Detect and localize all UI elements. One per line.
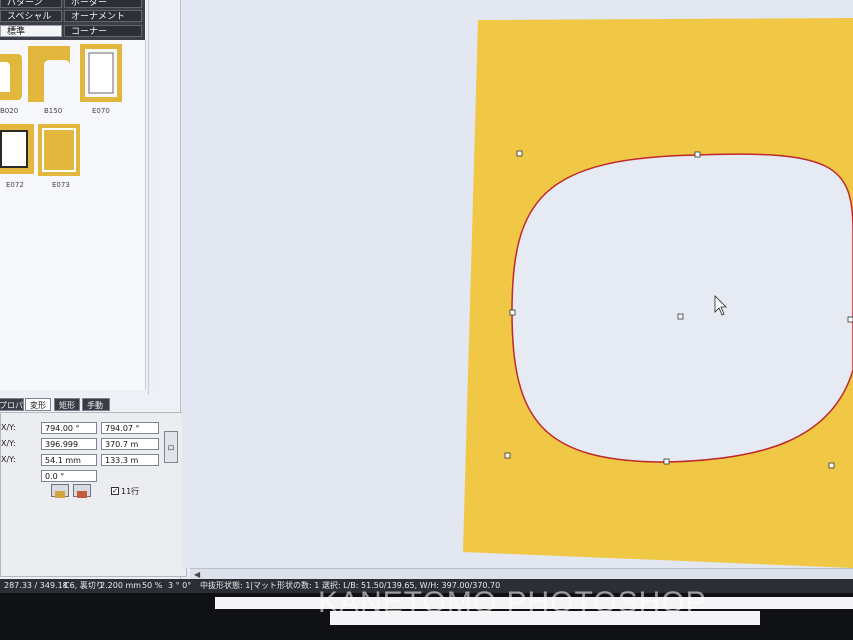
- tab-manual[interactable]: 手動: [82, 398, 110, 411]
- position-y-field[interactable]: 794.07 °: [101, 422, 159, 434]
- shape-b150-icon: [28, 46, 70, 102]
- angle-field[interactable]: 0.0 °: [41, 470, 97, 482]
- prop-label-position: X/Y:: [1, 423, 16, 432]
- handle-center[interactable]: [677, 313, 684, 320]
- tab-ornament[interactable]: オーナメント: [64, 10, 142, 22]
- tab-pattern[interactable]: パターン: [0, 0, 62, 8]
- tab-corner[interactable]: コーナー: [64, 25, 142, 37]
- property-tabs: プロパティー 変形 矩形 手動: [0, 398, 160, 412]
- handle-bottom-left[interactable]: [504, 452, 511, 459]
- shape-e072-icon: [0, 124, 34, 174]
- tab-standard[interactable]: 標準: [0, 25, 62, 37]
- tab-property[interactable]: プロパティー: [0, 398, 47, 411]
- shape-e070-icon: [80, 44, 122, 102]
- tab-special[interactable]: スペシャル: [0, 10, 62, 22]
- shape-b020-icon: [0, 54, 22, 100]
- status-size: 2.200 mm: [100, 581, 142, 590]
- category-tabs: パターン ボーダー スペシャル オーナメント 標準 コーナー: [0, 0, 145, 40]
- flip-icon: [77, 491, 87, 498]
- flip-vertical-button[interactable]: [73, 484, 91, 498]
- transform-properties: X/Y: 794.00 ° 794.07 ° X/Y: 396.999 370.…: [0, 412, 187, 577]
- shape-thumb-b020[interactable]: [0, 48, 22, 100]
- shape-thumb-e072[interactable]: [0, 124, 34, 174]
- left-panel: パターン ボーダー スペシャル オーナメント 標準 コーナー B020 B150…: [0, 0, 187, 580]
- app-window: パターン ボーダー スペシャル オーナメント 標準 コーナー B020 B150…: [0, 0, 853, 640]
- mat-opening[interactable]: [511, 153, 853, 463]
- handle-top-left[interactable]: [516, 150, 523, 157]
- flip-icon: [55, 491, 65, 498]
- offset-y-field[interactable]: 370.7 m: [101, 438, 159, 450]
- handle-right[interactable]: [847, 316, 853, 323]
- thumb-label-b150: B150: [44, 107, 63, 115]
- status-angle: 3 ° 0°: [168, 581, 192, 590]
- shape-e073-icon: [38, 124, 80, 176]
- flip-horizontal-button[interactable]: [51, 484, 69, 498]
- design-canvas[interactable]: [182, 0, 853, 568]
- tab-rectangle[interactable]: 矩形: [54, 398, 80, 411]
- prop-label-size: X/Y:: [1, 455, 16, 464]
- watermark: KANETOMO PHOTOSHOP: [318, 586, 707, 619]
- position-x-field[interactable]: 794.00 °: [41, 422, 97, 434]
- aspect-lock-button[interactable]: ロ: [164, 431, 178, 463]
- prop-label-offset: X/Y:: [1, 439, 16, 448]
- handle-bottom[interactable]: [663, 458, 670, 465]
- mat-drawing: [463, 18, 853, 568]
- handle-bottom-right[interactable]: [828, 462, 835, 469]
- handle-top[interactable]: [694, 151, 701, 158]
- offset-x-field[interactable]: 396.999: [41, 438, 97, 450]
- status-coords: 287.33 / 349.18: [4, 581, 68, 590]
- thumb-label-e070: E070: [92, 107, 110, 115]
- size-y-field[interactable]: 133.3 m: [101, 454, 159, 466]
- size-x-field[interactable]: 54.1 mm: [41, 454, 97, 466]
- status-zoom: 50 %: [142, 581, 163, 590]
- shape-thumb-e070[interactable]: [80, 44, 122, 102]
- handle-left[interactable]: [509, 309, 516, 316]
- shape-thumb-b150[interactable]: [28, 46, 70, 102]
- status-mode: C6, 裏切り: [64, 581, 104, 590]
- keep-ratio-label: 11行: [121, 487, 140, 496]
- scroll-left-icon[interactable]: ◀: [194, 570, 200, 579]
- thumb-label-e072: E072: [6, 181, 24, 189]
- tab-border[interactable]: ボーダー: [64, 0, 142, 8]
- thumb-label-b020: B020: [0, 107, 19, 115]
- tab-transform[interactable]: 変形: [25, 398, 51, 411]
- gallery-scrollbar[interactable]: [148, 0, 161, 395]
- shape-thumb-e073[interactable]: [38, 124, 80, 176]
- shape-gallery: B020 B150 E070 E072 E073: [0, 40, 146, 390]
- keep-ratio-checkbox[interactable]: ✓: [111, 487, 119, 495]
- thumb-label-e073: E073: [52, 181, 70, 189]
